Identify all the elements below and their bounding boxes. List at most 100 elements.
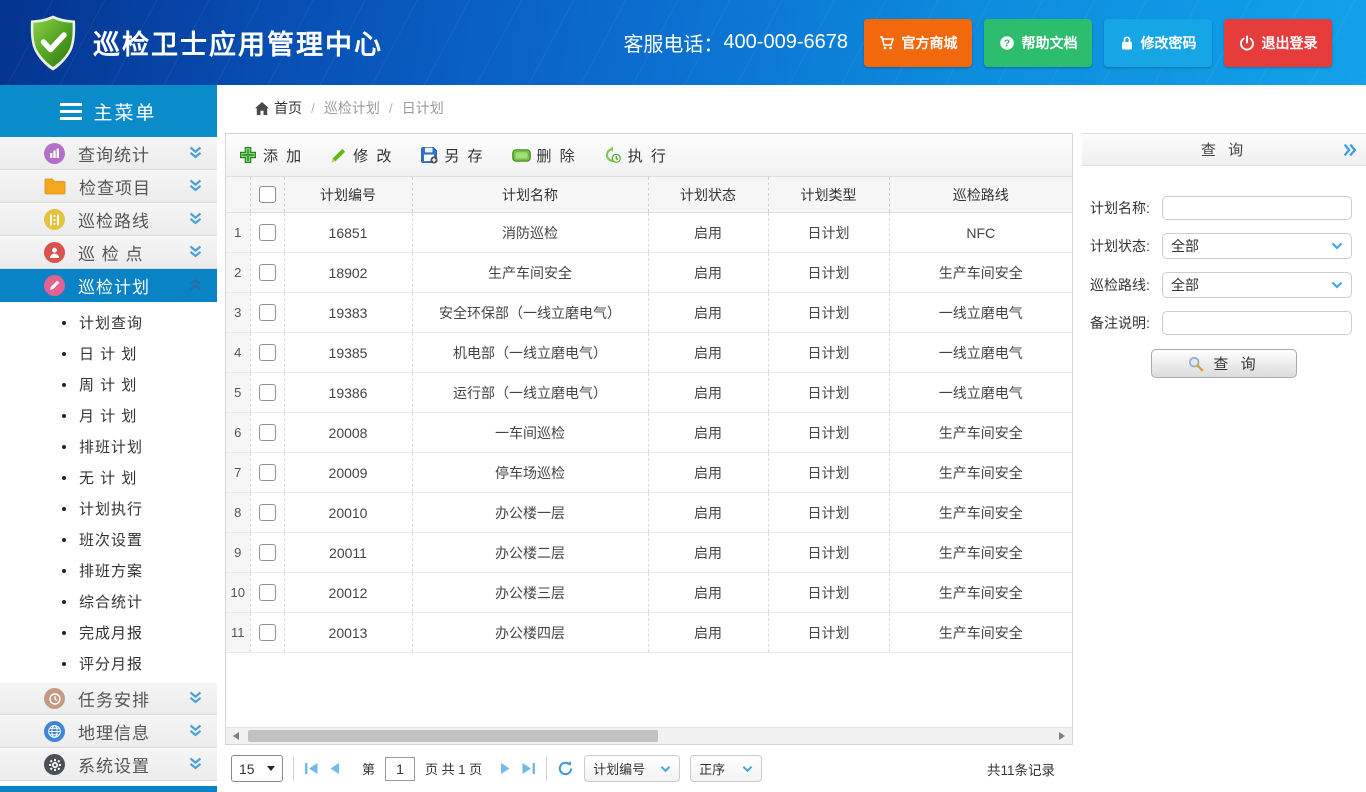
sidebar-item-inspection-routes[interactable]: 巡检路线 [0, 203, 217, 236]
remark-input[interactable] [1162, 311, 1352, 335]
next-page-button[interactable] [500, 762, 511, 775]
save-as-button[interactable]: 另 存 [420, 145, 484, 166]
sidebar-item-query-stats[interactable]: 查询统计 [0, 137, 217, 170]
scroll-right-arrow[interactable] [1054, 728, 1070, 744]
table-row[interactable]: 218902生产车间安全启用日计划生产车间安全 [226, 253, 1072, 293]
submenu-shift-settings[interactable]: 班次设置 [0, 524, 217, 555]
sidebar-item-system-settings[interactable]: 系统设置 [0, 748, 217, 781]
row-number-cell: 7 [226, 453, 250, 493]
table-row[interactable]: 319383安全环保部（一线立磨电气）启用日计划一线立磨电气 [226, 293, 1072, 333]
sidebar-item-inspection-plans[interactable]: 巡检计划 [0, 269, 217, 302]
column-header[interactable]: 计划编号 [284, 177, 412, 213]
row-checkbox[interactable] [259, 264, 276, 281]
official-store-button[interactable]: 官方商城 [864, 19, 972, 67]
sidebar-item-task-arrangement[interactable]: 任务安排 [0, 682, 217, 715]
submenu-shift-plan[interactable]: 排班计划 [0, 431, 217, 462]
plan-name-input[interactable] [1162, 196, 1352, 220]
last-page-button[interactable] [521, 762, 536, 775]
column-header[interactable]: 巡检路线 [889, 177, 1072, 213]
row-checkbox-cell [250, 333, 284, 373]
row-checkbox[interactable] [259, 424, 276, 441]
refresh-button[interactable] [557, 760, 574, 777]
column-header[interactable]: 计划状态 [648, 177, 768, 213]
select-all-checkbox[interactable] [259, 186, 276, 203]
row-checkbox[interactable] [259, 224, 276, 241]
table-row[interactable]: 116851消防巡检启用日计划NFC [226, 213, 1072, 253]
table-row[interactable]: 1120013办公楼四层启用日计划生产车间安全 [226, 613, 1072, 653]
search-button[interactable]: 查 询 [1151, 349, 1297, 378]
plan-name-cell: 消防巡检 [412, 213, 648, 253]
submenu-week-plan[interactable]: 周 计 划 [0, 369, 217, 400]
plan-type-cell: 日计划 [768, 533, 889, 573]
page-number-input[interactable] [385, 757, 415, 781]
row-checkbox[interactable] [259, 464, 276, 481]
breadcrumb-item-home-label: 首页 [274, 98, 302, 118]
delete-button[interactable]: 删 除 [512, 145, 577, 166]
table-row[interactable]: 519386运行部（一线立磨电气）启用日计划一线立磨电气 [226, 373, 1072, 413]
plan-status-cell: 启用 [648, 533, 768, 573]
table-row[interactable]: 820010办公楼一层启用日计划生产车间安全 [226, 493, 1072, 533]
query-field-row: 计划名称: [1090, 196, 1352, 220]
scroll-left-arrow[interactable] [228, 728, 244, 744]
submenu-no-plan[interactable]: 无 计 划 [0, 462, 217, 493]
plan-id-cell: 20008 [284, 413, 412, 453]
table-row[interactable]: 1020012办公楼三层启用日计划生产车间安全 [226, 573, 1072, 613]
breadcrumb-home[interactable]: 首页 [255, 98, 302, 118]
chevron-double-right-icon[interactable] [1343, 142, 1357, 158]
row-checkbox[interactable] [259, 624, 276, 641]
first-page-button[interactable] [304, 762, 319, 775]
table-row[interactable]: 720009停车场巡检启用日计划生产车间安全 [226, 453, 1072, 493]
row-checkbox[interactable] [259, 304, 276, 321]
edit-button[interactable]: 修 改 [330, 145, 393, 166]
prev-page-button[interactable] [329, 762, 340, 775]
row-checkbox[interactable] [259, 344, 276, 361]
route-select[interactable]: 全部 [1162, 272, 1352, 298]
column-header[interactable]: 计划类型 [768, 177, 889, 213]
breadcrumb-item-plans[interactable]: 巡检计划 [324, 98, 380, 118]
horizontal-scrollbar[interactable] [226, 727, 1072, 744]
sidebar-item-inspection-points[interactable]: 巡 检 点 [0, 236, 217, 269]
sort-order-select[interactable]: 正序 [690, 755, 762, 782]
submenu-day-plan[interactable]: 日 计 划 [0, 338, 217, 369]
table-row[interactable]: 419385机电部（一线立磨电气）启用日计划一线立磨电气 [226, 333, 1072, 373]
change-password-button[interactable]: 修改密码 [1104, 19, 1212, 67]
submenu-completion-report[interactable]: 完成月报 [0, 617, 217, 648]
submenu-comprehensive-stats[interactable]: 综合统计 [0, 586, 217, 617]
table-row[interactable]: 620008一车间巡检启用日计划生产车间安全 [226, 413, 1072, 453]
sidebar-item-geo-info[interactable]: 地理信息 [0, 715, 217, 748]
row-checkbox-cell [250, 613, 284, 653]
row-checkbox[interactable] [259, 384, 276, 401]
plan-status-cell: 启用 [648, 413, 768, 453]
submenu-inspection-plans: 计划查询日 计 划周 计 划月 计 划排班计划无 计 划计划执行班次设置排班方案… [0, 302, 217, 682]
submenu-plan-query[interactable]: 计划查询 [0, 307, 217, 338]
row-checkbox[interactable] [259, 504, 276, 521]
page-size-select[interactable]: 15 [231, 755, 283, 782]
logout-button[interactable]: 退出登录 [1224, 19, 1332, 67]
plan-route-cell: 一线立磨电气 [889, 373, 1072, 413]
submenu-score-report[interactable]: 评分月报 [0, 648, 217, 679]
plan-status-select[interactable]: 全部 [1162, 233, 1352, 259]
submenu-day-plan-label: 日 计 划 [79, 343, 137, 364]
row-checkbox[interactable] [259, 544, 276, 561]
plan-route-cell: 生产车间安全 [889, 253, 1072, 293]
sidebar-group-label: 巡 检 点 [78, 240, 188, 265]
execute-button[interactable]: 执 行 [604, 145, 668, 166]
plan-id-cell: 19386 [284, 373, 412, 413]
row-checkbox[interactable] [259, 584, 276, 601]
scrollbar-thumb[interactable] [248, 730, 658, 742]
column-header[interactable]: 计划名称 [412, 177, 648, 213]
submenu-month-plan[interactable]: 月 计 划 [0, 400, 217, 431]
submenu-plan-execution[interactable]: 计划执行 [0, 493, 217, 524]
sidebar-item-check-items[interactable]: 检查项目 [0, 170, 217, 203]
plans-table: 计划编号计划名称计划状态计划类型巡检路线116851消防巡检启用日计划NFC21… [226, 177, 1072, 653]
plan-route-cell: 生产车间安全 [889, 493, 1072, 533]
query-panel-title: 查 询 [1201, 139, 1247, 160]
add-button[interactable]: 添 加 [239, 145, 303, 166]
row-number-cell: 9 [226, 533, 250, 573]
table-row[interactable]: 920011办公楼二层启用日计划生产车间安全 [226, 533, 1072, 573]
sort-field-select[interactable]: 计划编号 [584, 755, 680, 782]
submenu-shift-scheme[interactable]: 排班方案 [0, 555, 217, 586]
task-icon [44, 688, 65, 709]
help-docs-button[interactable]: ?帮助文档 [984, 19, 1092, 67]
plan-name-cell: 办公楼一层 [412, 493, 648, 533]
